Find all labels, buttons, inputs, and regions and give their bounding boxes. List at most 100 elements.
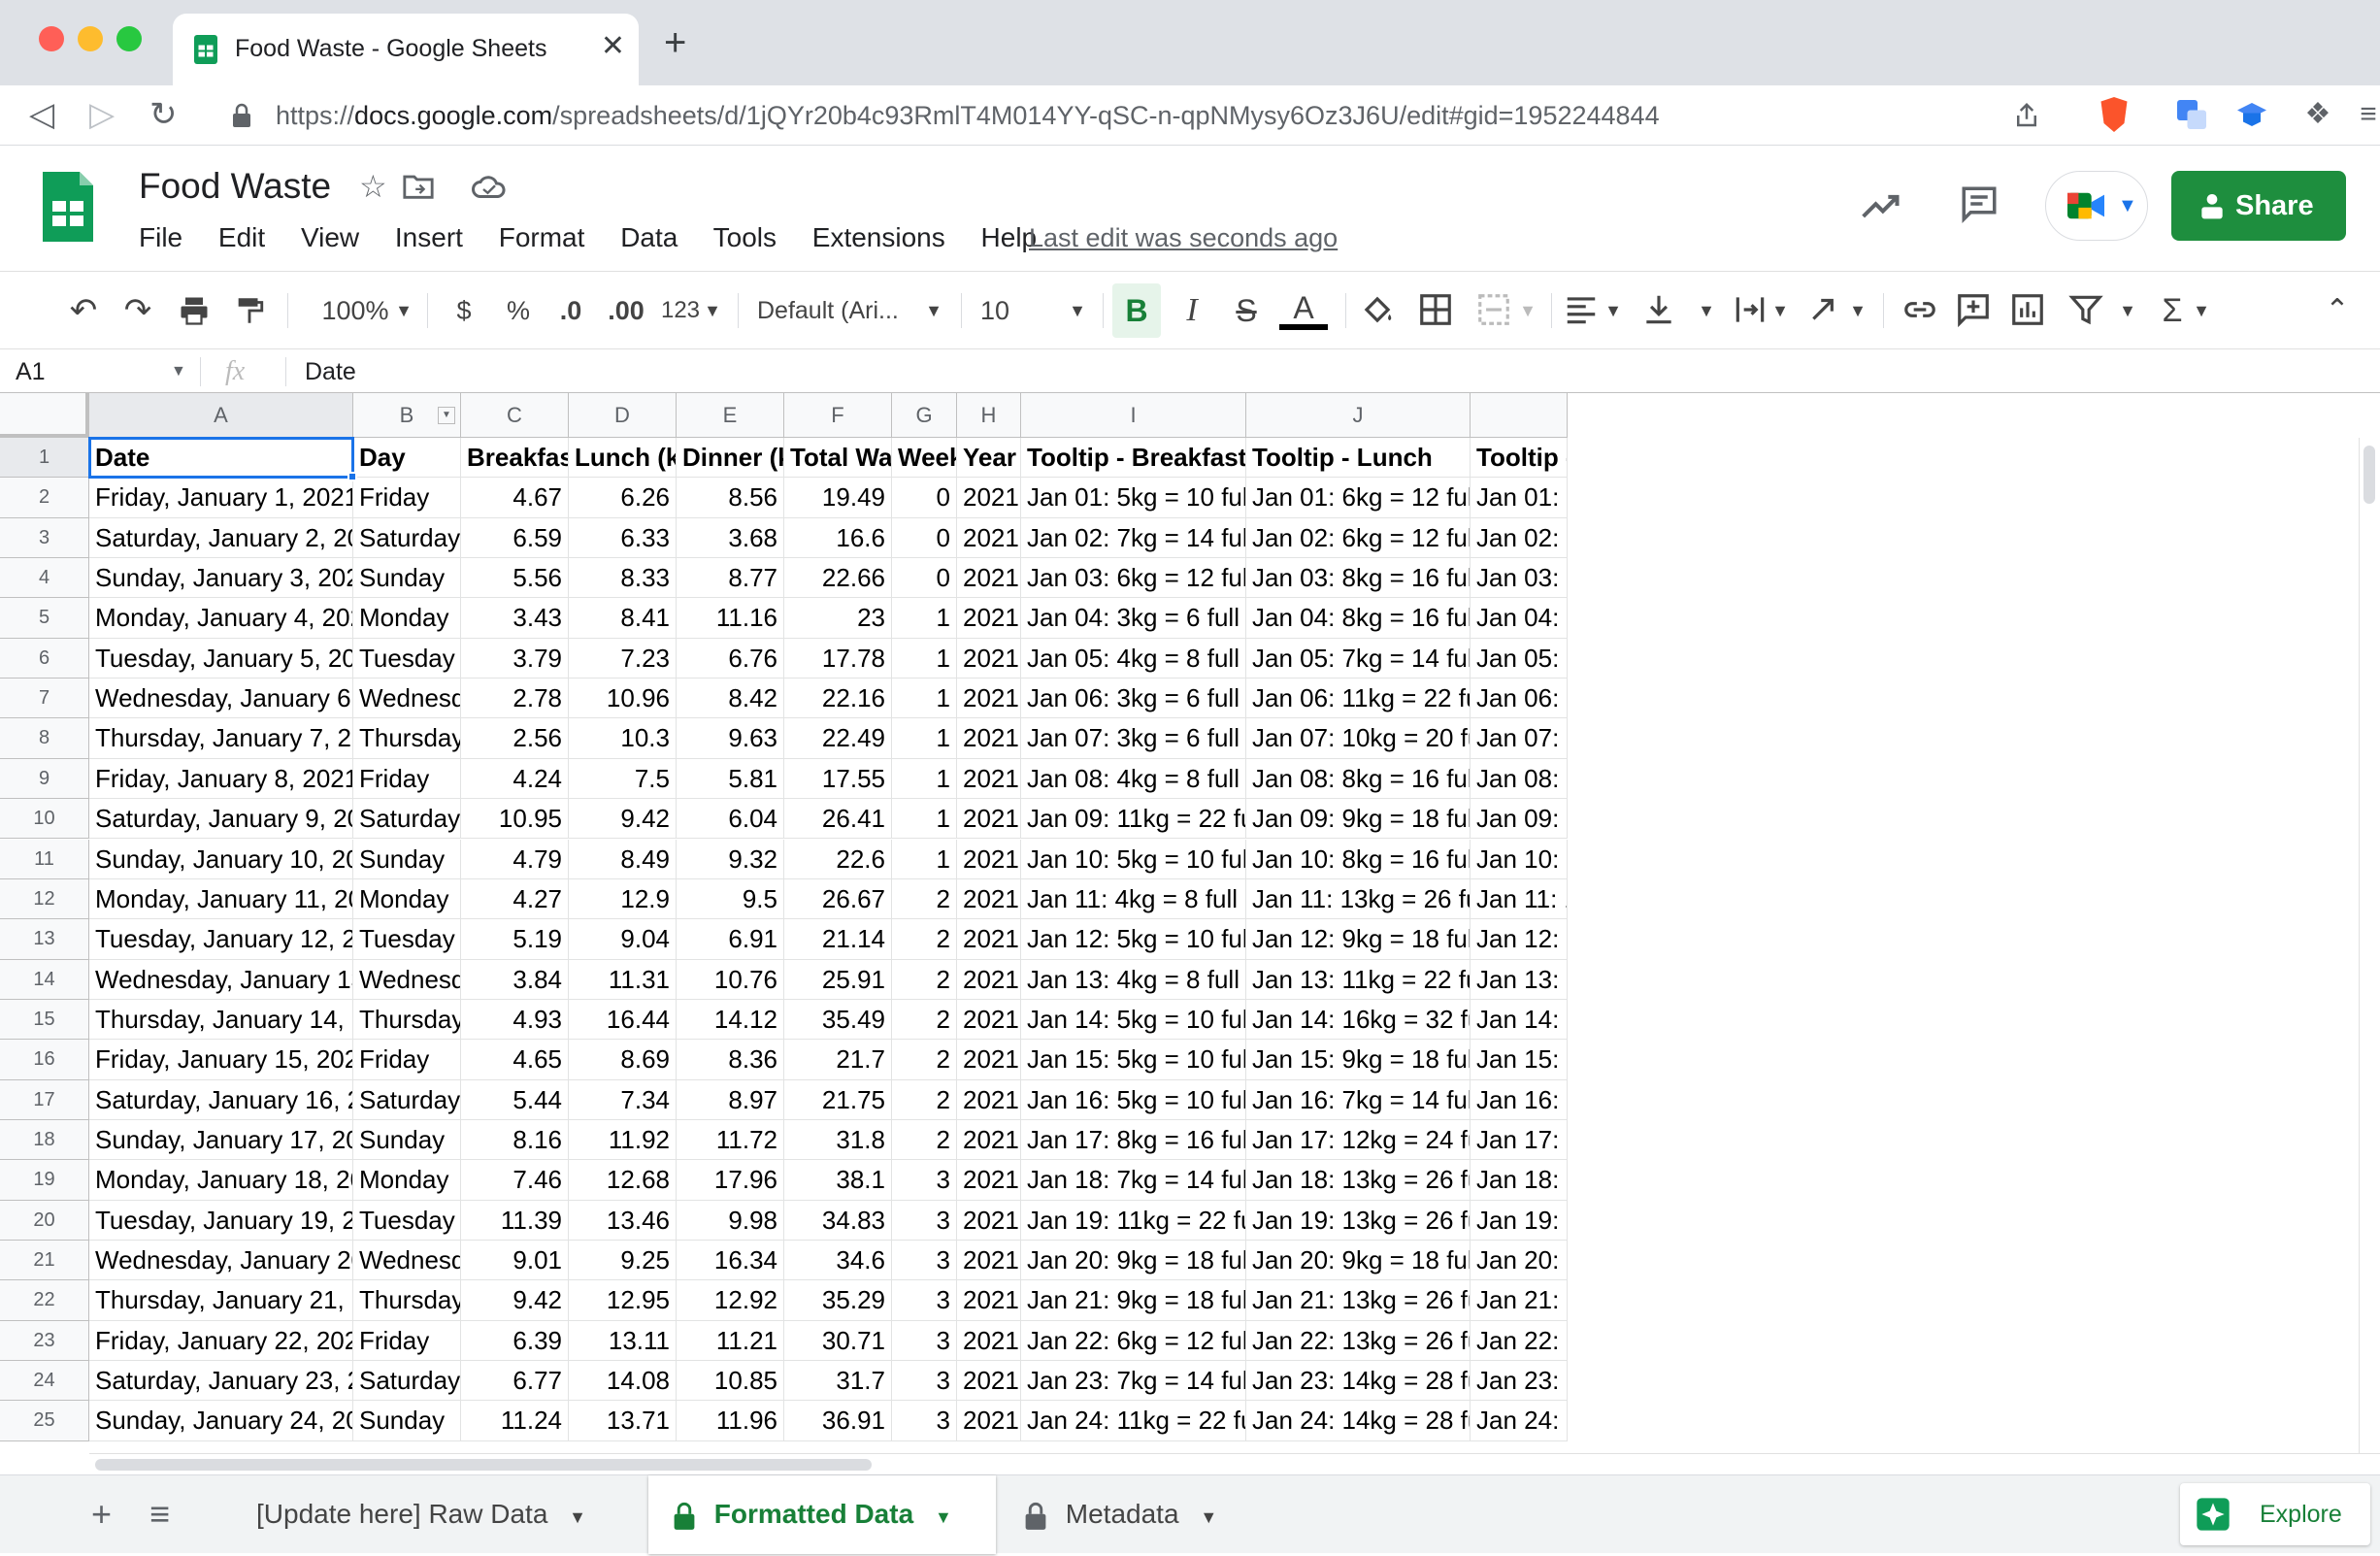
star-icon[interactable]: ☆ (359, 168, 387, 205)
table-cell[interactable]: 10.85 (677, 1361, 784, 1402)
table-cell[interactable]: 2 (892, 878, 957, 920)
reload-icon[interactable]: ↻ (149, 93, 178, 136)
insert-chart-icon[interactable] (2009, 291, 2046, 328)
header-cell[interactable]: Total Wastag (784, 438, 892, 479)
table-cell[interactable]: Jan 24: 14kg = 28 full plates (1246, 1401, 1471, 1441)
table-cell[interactable]: Sunday (353, 839, 461, 879)
table-cell[interactable]: 11.24 (461, 1401, 569, 1441)
table-cell[interactable]: Jan 22: 1 (1471, 1320, 1568, 1362)
table-cell[interactable]: Jan 20: 9kg = 18 full plates (1021, 1241, 1246, 1281)
table-cell[interactable]: Jan 15: 5kg = 10 full plates (1021, 1040, 1246, 1080)
column-header[interactable]: D (569, 393, 677, 438)
share-page-icon[interactable] (2012, 101, 2041, 130)
table-cell[interactable]: 7.46 (461, 1160, 569, 1201)
table-cell[interactable]: 2021 (957, 919, 1021, 960)
column-header[interactable]: F (784, 393, 892, 438)
row-header[interactable]: 3 (0, 517, 89, 559)
table-cell[interactable]: Jan 06: 3kg = 6 full plates (1021, 679, 1246, 719)
table-cell[interactable]: 26.67 (784, 878, 892, 920)
table-cell[interactable]: 12.9 (569, 878, 677, 920)
table-cell[interactable]: 8.16 (461, 1119, 569, 1161)
table-cell[interactable]: 2021 (957, 679, 1021, 719)
activity-trend-icon[interactable] (1860, 189, 1902, 222)
table-cell[interactable]: Jan 09: 6 (1471, 799, 1568, 840)
table-cell[interactable]: Jan 05: 7 (1471, 638, 1568, 679)
table-cell[interactable]: 2 (892, 1079, 957, 1120)
header-cell[interactable]: Lunch (kg) (569, 438, 677, 479)
table-cell[interactable]: Jan 18: 7kg = 14 full plates (1021, 1160, 1246, 1201)
table-cell[interactable]: 8.49 (569, 839, 677, 879)
table-cell[interactable]: Jan 08: 8kg = 16 full plates (1246, 758, 1471, 800)
table-cell[interactable]: 3.43 (461, 598, 569, 639)
table-cell[interactable]: 1 (892, 598, 957, 639)
column-header[interactable]: E (677, 393, 784, 438)
header-cell[interactable]: Year (957, 438, 1021, 479)
percent-format-button[interactable]: % (501, 291, 536, 330)
table-cell[interactable]: 2021 (957, 799, 1021, 840)
sheet-tab-dropdown-icon[interactable]: ▼ (569, 1507, 586, 1527)
table-cell[interactable]: Saturday (353, 1079, 461, 1120)
table-cell[interactable]: Thursday, January 14, 2021 (89, 999, 353, 1041)
table-cell[interactable]: 17.78 (784, 638, 892, 679)
row-header[interactable]: 8 (0, 718, 89, 759)
table-cell[interactable]: 3.79 (461, 638, 569, 679)
table-cell[interactable]: Tuesday, January 5, 2021 (89, 638, 353, 679)
table-cell[interactable]: Thursday, January 7, 2021 (89, 718, 353, 759)
table-cell[interactable]: 21.75 (784, 1079, 892, 1120)
row-header[interactable]: 12 (0, 878, 89, 920)
paint-format-icon[interactable] (233, 293, 266, 328)
functions-dropdown-icon[interactable]: ▼ (2190, 291, 2213, 330)
table-cell[interactable]: 1 (892, 758, 957, 800)
table-cell[interactable]: Jan 14: 5kg = 10 full plates (1021, 999, 1246, 1041)
table-cell[interactable]: Jan 13: 4kg = 8 full plates (1021, 959, 1246, 1000)
browser-tab[interactable]: Food Waste - Google Sheets ✕ (173, 14, 639, 85)
table-cell[interactable]: 22.16 (784, 679, 892, 719)
table-cell[interactable]: 25.91 (784, 959, 892, 1000)
table-cell[interactable]: 12.68 (569, 1160, 677, 1201)
table-cell[interactable]: 21.7 (784, 1040, 892, 1080)
row-header[interactable]: 15 (0, 999, 89, 1041)
table-cell[interactable]: 2.56 (461, 718, 569, 759)
table-cell[interactable]: 0 (892, 558, 957, 599)
table-cell[interactable]: 2 (892, 919, 957, 960)
table-cell[interactable]: 2 (892, 999, 957, 1041)
table-cell[interactable]: Jan 09: 11kg = 22 full plates (1021, 799, 1246, 840)
table-cell[interactable]: Jan 23: 7kg = 14 full plates (1021, 1361, 1246, 1402)
table-cell[interactable]: Monday, January 18, 2021 (89, 1160, 353, 1201)
row-header[interactable]: 23 (0, 1320, 89, 1362)
table-cell[interactable]: 2021 (957, 1200, 1021, 1241)
table-cell[interactable]: 35.49 (784, 999, 892, 1041)
vertical-scroll-thumb[interactable] (2363, 446, 2375, 504)
table-cell[interactable]: 36.91 (784, 1401, 892, 1441)
table-cell[interactable]: 11.72 (677, 1119, 784, 1161)
table-cell[interactable]: Monday, January 11, 2021 (89, 878, 353, 920)
table-cell[interactable]: Sunday (353, 558, 461, 599)
filter-icon[interactable] (2067, 291, 2104, 328)
table-cell[interactable]: 8.69 (569, 1040, 677, 1080)
extension-graduation-icon[interactable] (2234, 97, 2269, 132)
table-cell[interactable]: Jan 03: 9 (1471, 558, 1568, 599)
table-cell[interactable]: 38.1 (784, 1160, 892, 1201)
undo-icon[interactable]: ↶ (62, 291, 105, 330)
table-cell[interactable]: 4.65 (461, 1040, 569, 1080)
table-cell[interactable]: 10.3 (569, 718, 677, 759)
menu-edit[interactable]: Edit (218, 222, 265, 252)
table-cell[interactable]: Jan 16: 9 (1471, 1079, 1568, 1120)
more-formats-button[interactable]: 123 (656, 291, 705, 330)
document-title[interactable]: Food Waste (139, 164, 331, 209)
tab-close-icon[interactable]: ✕ (601, 29, 625, 64)
table-cell[interactable]: 2021 (957, 517, 1021, 559)
table-cell[interactable]: 22.6 (784, 839, 892, 879)
insert-comment-icon[interactable] (1955, 291, 1992, 328)
table-cell[interactable]: 6.04 (677, 799, 784, 840)
table-cell[interactable]: Jan 24: 1 (1471, 1401, 1568, 1441)
table-cell[interactable]: Wednesday, January 20, 2021 (89, 1241, 353, 1281)
table-cell[interactable]: Saturday, January 23, 2021 (89, 1361, 353, 1402)
row-header[interactable]: 13 (0, 919, 89, 960)
horizontal-scrollbar[interactable] (89, 1453, 2380, 1474)
table-cell[interactable]: 34.6 (784, 1241, 892, 1281)
table-cell[interactable]: Jan 12: 5kg = 10 full plates (1021, 919, 1246, 960)
merge-dropdown-icon[interactable]: ▼ (1516, 291, 1539, 330)
table-cell[interactable]: 2021 (957, 1040, 1021, 1080)
table-cell[interactable]: 6.26 (569, 478, 677, 518)
